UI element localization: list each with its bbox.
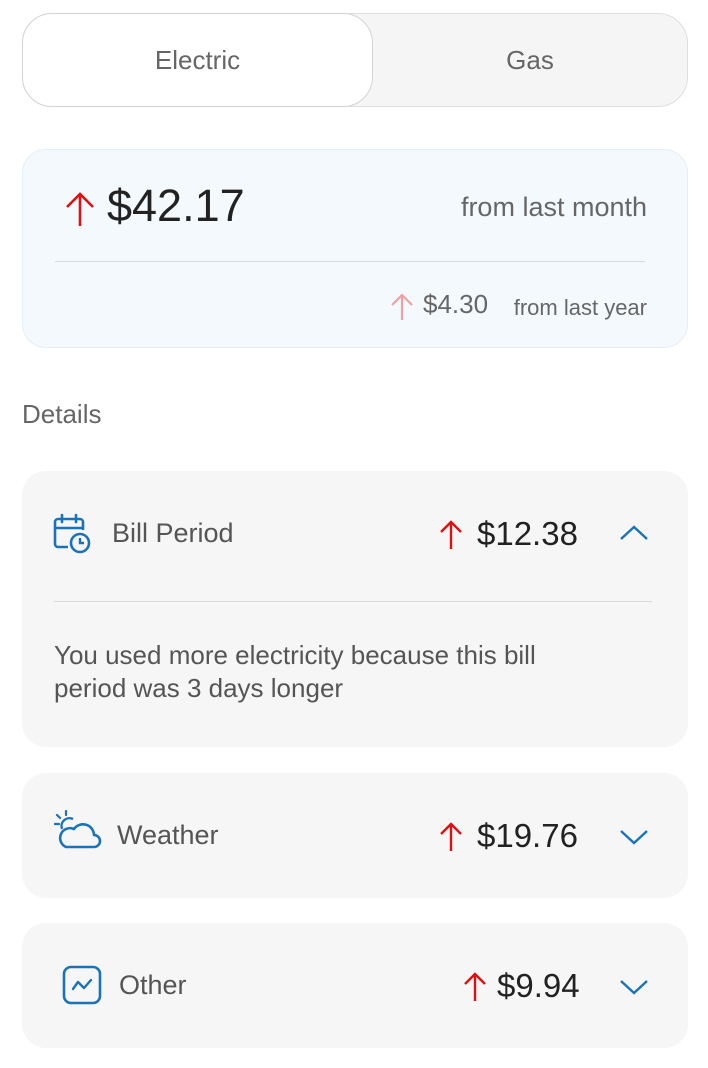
increase-arrow-icon	[391, 293, 413, 320]
details-heading: Details	[22, 399, 102, 429]
yearly-change-label: from last year	[513, 295, 647, 320]
other-label: Other	[119, 970, 187, 1000]
tab-gas[interactable]: Gas	[373, 14, 687, 106]
monthly-change-amount: $42.17	[107, 180, 245, 231]
weather-label: Weather	[117, 820, 219, 850]
weather-amount: $19.76	[477, 817, 578, 854]
detail-card-other[interactable]: Other $9.94	[22, 923, 688, 1048]
bill-period-description: You used more electricity because this b…	[54, 640, 536, 703]
detail-card-weather[interactable]: Weather $19.76	[22, 773, 688, 898]
increase-arrow-icon	[464, 972, 486, 1001]
detail-card-bill-period[interactable]: Bill Period $12.38 You used more electri…	[22, 471, 688, 747]
card-divider	[54, 601, 652, 602]
calendar-clock-icon	[53, 513, 91, 554]
fuel-type-toggle: Electric Gas	[22, 13, 688, 107]
increase-arrow-icon	[440, 520, 462, 549]
increase-arrow-icon	[440, 822, 462, 851]
chevron-down-icon[interactable]	[619, 828, 649, 846]
chart-icon	[62, 965, 102, 1005]
bill-period-label: Bill Period	[112, 518, 234, 548]
summary-divider	[55, 261, 645, 262]
monthly-change-label: from last month	[460, 192, 647, 222]
tab-electric[interactable]: Electric	[22, 13, 373, 107]
chevron-down-icon[interactable]	[619, 978, 649, 996]
other-amount: $9.94	[497, 967, 580, 1004]
chevron-up-icon[interactable]	[619, 524, 649, 542]
yearly-change-amount: $4.30	[423, 289, 489, 319]
weather-icon	[54, 810, 102, 849]
cost-change-summary: $42.17 from last month $4.30 from last y…	[22, 149, 688, 348]
increase-arrow-icon	[66, 192, 94, 226]
bill-period-amount: $12.38	[477, 515, 578, 552]
